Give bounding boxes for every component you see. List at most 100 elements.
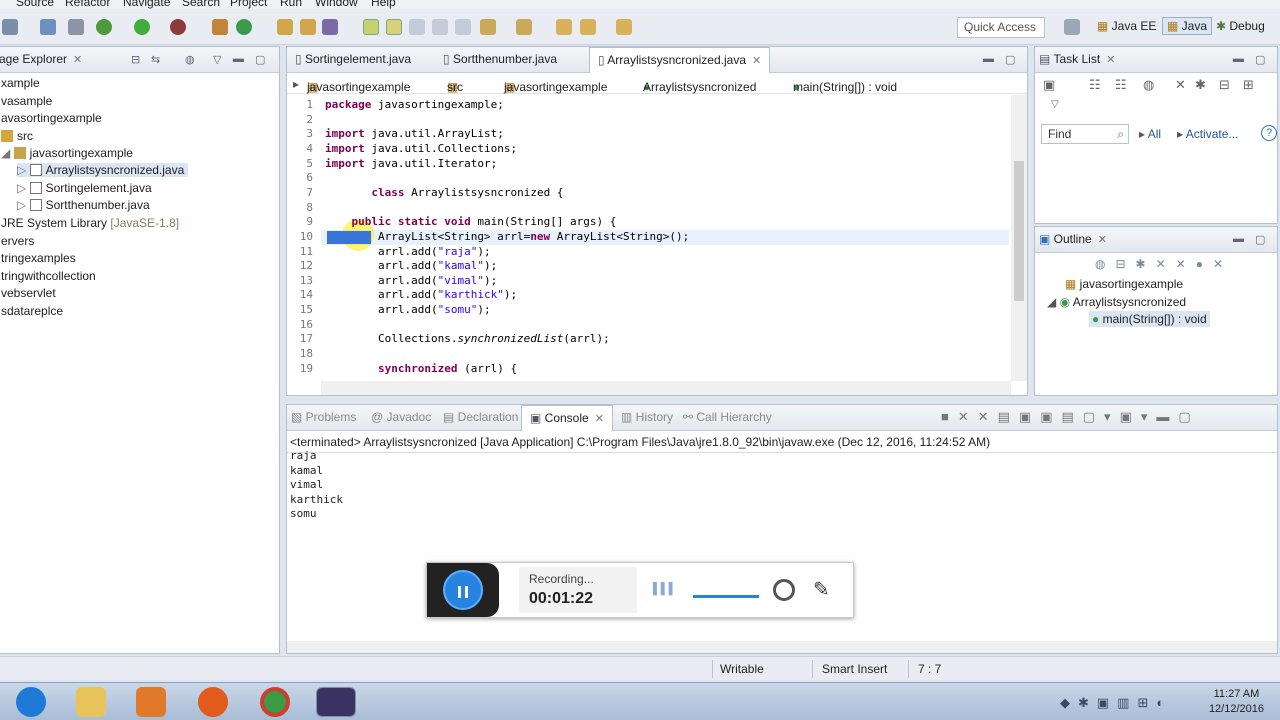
- tab-outline[interactable]: ▣ Outline ✕: [1039, 232, 1107, 246]
- show-whitespace-icon[interactable]: [409, 19, 425, 35]
- forward-icon[interactable]: [616, 19, 632, 35]
- tab-sortthenumber[interactable]: ▯ Sortthenumber.java: [443, 52, 557, 66]
- tab-call-hierarchy[interactable]: ⚯ Call Hierarchy: [683, 410, 772, 424]
- prev-annotation-icon[interactable]: [516, 19, 532, 35]
- link-editor-icon[interactable]: ⇆: [151, 53, 160, 66]
- code-line[interactable]: arrl.add("karthick");: [325, 288, 517, 301]
- outline-item-class[interactable]: ◢ ◉ Arraylistsysncronized: [1047, 295, 1186, 309]
- debug-icon[interactable]: [96, 19, 112, 35]
- activate-link[interactable]: ▸ Activate...: [1177, 127, 1238, 141]
- expand-all-icon[interactable]: ⊞: [1243, 77, 1254, 93]
- menu-window[interactable]: Window: [315, 0, 358, 9]
- code-line[interactable]: Collections.synchronizedList(arrl);: [325, 332, 610, 345]
- code-line[interactable]: arrl.add("raja");: [325, 245, 491, 258]
- close-icon[interactable]: ✕: [1098, 234, 1107, 246]
- minimize-icon[interactable]: ▬: [1233, 233, 1244, 245]
- code-line[interactable]: import java.util.Collections;: [325, 142, 517, 155]
- open-type-icon[interactable]: [277, 19, 293, 35]
- open-folder-icon[interactable]: [300, 19, 316, 35]
- code-line[interactable]: arrl.add("vimal");: [325, 274, 497, 287]
- eclipse-taskbar-icon[interactable]: [316, 687, 356, 717]
- tree-item[interactable]: vasample: [1, 94, 52, 108]
- maximize-icon[interactable]: ▢: [1255, 233, 1265, 246]
- code-line[interactable]: ArrayList<String> arrl=new ArrayList<Str…: [325, 230, 689, 243]
- close-icon[interactable]: ✕: [595, 413, 604, 425]
- tab-problems[interactable]: ▧ Problems: [291, 410, 356, 424]
- tree-item[interactable]: sdatareplce: [1, 304, 63, 318]
- maximize-icon[interactable]: ▢: [1255, 53, 1265, 66]
- view-menu-icon[interactable]: ▽: [213, 53, 221, 66]
- vertical-scrollbar[interactable]: [1011, 95, 1027, 381]
- tab-javadoc[interactable]: @ Javadoc: [371, 410, 431, 424]
- pen-icon[interactable]: ✎: [813, 577, 830, 602]
- tree-item[interactable]: tringwithcollection: [1, 269, 96, 283]
- console-toolbar-icons[interactable]: ■✕✕▤▣▣▤▢▾▣▾▬▢: [941, 409, 1200, 425]
- perspective-debug[interactable]: ✱ Debug: [1216, 19, 1265, 33]
- volume-slider[interactable]: [693, 595, 759, 598]
- minimize-icon[interactable]: ▬: [1233, 53, 1244, 65]
- view-menu-icon[interactable]: ▽: [1051, 99, 1059, 110]
- tree-item[interactable]: ▷ Sortthenumber.java: [17, 198, 150, 212]
- tab-arraylistsysncronized[interactable]: ▯ Arraylistsysncronized.java ✕: [589, 47, 771, 73]
- save-icon[interactable]: [40, 19, 56, 35]
- back-icon[interactable]: [556, 19, 572, 35]
- filter-icon[interactable]: ◍: [1143, 77, 1154, 93]
- scrollbar-thumb[interactable]: [1014, 161, 1024, 301]
- code-line[interactable]: synchronized (arrl) {: [325, 362, 517, 375]
- horizontal-scrollbar[interactable]: [321, 381, 1011, 395]
- tree-item[interactable]: src: [1, 129, 33, 143]
- code-line[interactable]: arrl.add("kamal");: [325, 259, 497, 272]
- menu-search[interactable]: Search: [182, 0, 220, 9]
- code-line[interactable]: import java.util.Iterator;: [325, 157, 497, 170]
- webcam-icon[interactable]: [773, 579, 795, 601]
- tab-sortingelement[interactable]: ▯ Sortingelement.java: [295, 52, 411, 66]
- minimize-icon[interactable]: ▬: [233, 53, 244, 65]
- collapse-all-icon[interactable]: ⊟: [1219, 77, 1230, 93]
- search-icon[interactable]: [322, 19, 338, 35]
- minimize-icon[interactable]: ▬: [983, 53, 994, 65]
- tab-package-explorer[interactable]: age Explorer ✕: [0, 52, 82, 66]
- new-class-icon[interactable]: [236, 19, 252, 35]
- tree-item[interactable]: xample: [1, 76, 40, 90]
- tab-declaration[interactable]: ▤ Declaration: [443, 410, 518, 424]
- run-icon[interactable]: [134, 19, 150, 35]
- menu-project[interactable]: Project: [230, 0, 267, 9]
- tree-item[interactable]: ▷ Sortingelement.java: [17, 181, 152, 195]
- code-line[interactable]: import java.util.ArrayList;: [325, 127, 504, 140]
- menu-help[interactable]: Help: [371, 0, 396, 9]
- pause-recording-button[interactable]: [427, 563, 499, 617]
- tree-item[interactable]: JRE System Library [JavaSE-1.8]: [1, 216, 179, 230]
- system-tray-icons[interactable]: ◆✱▣▥⊞◐: [1060, 695, 1172, 711]
- code-line[interactable]: public static void main(String[] args) {: [325, 215, 617, 228]
- schedule-icon[interactable]: ☷: [1115, 77, 1127, 93]
- media-player-icon[interactable]: [136, 687, 166, 717]
- file-explorer-icon[interactable]: [76, 687, 106, 717]
- menu-navigate[interactable]: Navigate: [123, 0, 170, 9]
- quick-access-input[interactable]: Quick Access: [957, 17, 1045, 38]
- open-perspective-icon[interactable]: [1064, 19, 1080, 35]
- focus-icon[interactable]: ✱: [1195, 77, 1206, 93]
- hide-completed-icon[interactable]: ✕: [1175, 77, 1186, 93]
- tab-history[interactable]: ▥ History: [621, 410, 673, 424]
- focus-icon[interactable]: ◍: [185, 53, 195, 66]
- maximize-icon[interactable]: ▢: [255, 53, 265, 66]
- toggle-mark-occurrences-icon[interactable]: [363, 19, 379, 35]
- perspective-java-ee[interactable]: ▦ Java EE: [1097, 19, 1156, 33]
- menu-source[interactable]: Source: [16, 0, 54, 9]
- word-wrap-icon[interactable]: [432, 19, 448, 35]
- help-icon[interactable]: ?: [1261, 125, 1277, 141]
- tab-task-list[interactable]: ▤ Task List ✕: [1039, 52, 1115, 66]
- firefox-icon[interactable]: [198, 687, 228, 717]
- menu-run[interactable]: Run: [280, 0, 302, 9]
- menu-refactor[interactable]: Refactor: [65, 0, 110, 9]
- skip-breakpoints-icon[interactable]: [68, 19, 84, 35]
- code-line[interactable]: arrl.add("somu");: [325, 303, 491, 316]
- close-icon[interactable]: ✕: [73, 54, 82, 66]
- toggle-block-selection-icon[interactable]: [386, 19, 402, 35]
- next-annotation-icon[interactable]: [480, 19, 496, 35]
- tree-item[interactable]: tringexamples: [1, 251, 76, 265]
- outline-item-method[interactable]: ● main(String[]) : void: [1089, 311, 1210, 327]
- find-input[interactable]: Find ⌕: [1041, 124, 1129, 144]
- tree-item[interactable]: avasortingexample: [1, 111, 102, 125]
- back-history-icon[interactable]: [580, 19, 596, 35]
